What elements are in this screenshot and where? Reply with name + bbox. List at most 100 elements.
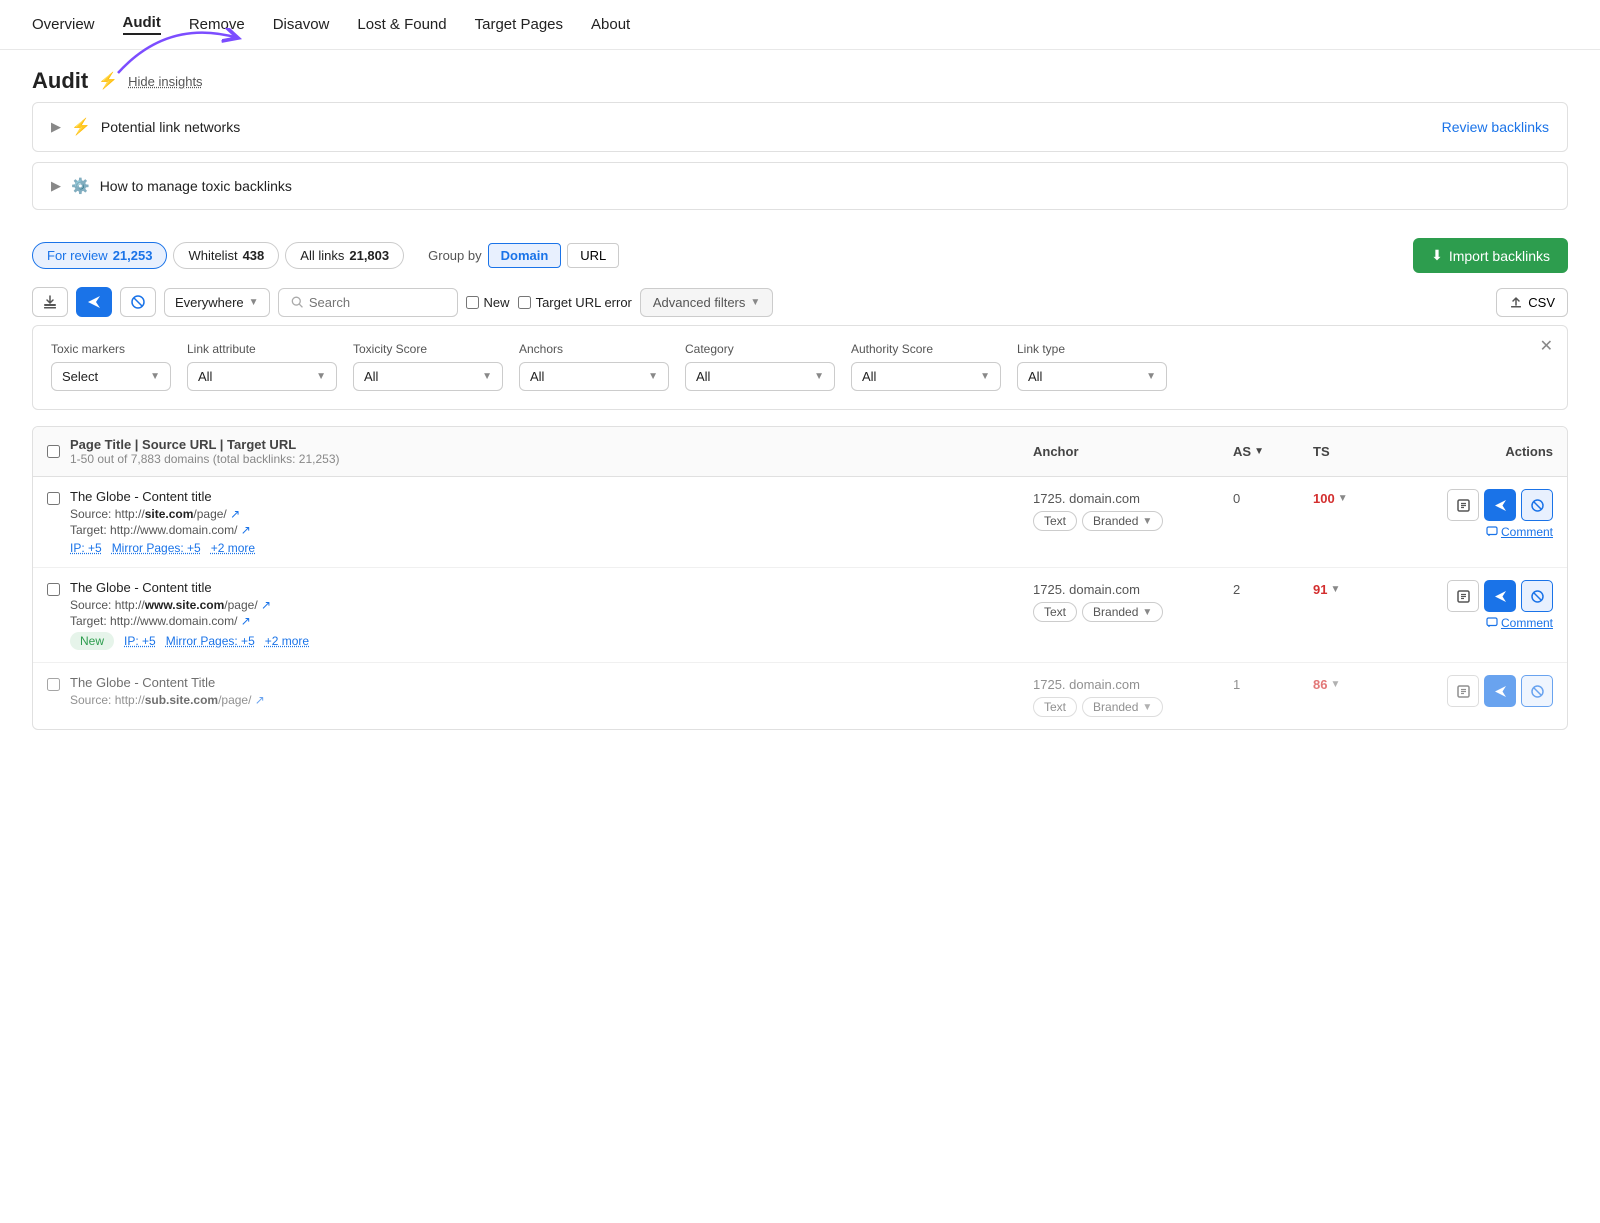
chevron-down-icon: ▼ bbox=[1146, 371, 1156, 382]
action-icons bbox=[1447, 675, 1553, 707]
branded-tag-dropdown[interactable]: Branded ▼ bbox=[1082, 602, 1163, 622]
chevron-down-icon[interactable]: ▼ bbox=[1330, 679, 1340, 690]
toxic-markers-select[interactable]: Select ▼ bbox=[51, 362, 171, 391]
close-icon[interactable]: ✕ bbox=[1540, 336, 1553, 356]
insight-label: Potential link networks bbox=[101, 119, 240, 135]
chevron-down-icon: ▼ bbox=[980, 371, 990, 382]
ip-link[interactable]: IP: +5 bbox=[124, 634, 156, 648]
comment-link[interactable]: Comment bbox=[1486, 525, 1553, 539]
import-backlinks-button[interactable]: ⬇ Import backlinks bbox=[1413, 238, 1568, 273]
link-attribute-select[interactable]: All ▼ bbox=[187, 362, 337, 391]
chevron-right-icon[interactable]: ▶ bbox=[51, 178, 61, 194]
new-filter-label[interactable]: New bbox=[466, 295, 510, 310]
row-meta: IP: +5 Mirror Pages: +5 +2 more bbox=[70, 541, 1033, 555]
lightning-icon: ⚡ bbox=[71, 117, 91, 137]
text-tag: Text bbox=[1033, 511, 1077, 531]
chevron-down-icon: ▼ bbox=[1142, 516, 1152, 527]
send-icon bbox=[1493, 589, 1508, 604]
select-all-checkbox[interactable] bbox=[47, 445, 60, 458]
anchor-tags: Text Branded ▼ bbox=[1033, 511, 1233, 531]
chevron-down-icon[interactable]: ▼ bbox=[1338, 493, 1348, 504]
block-icon bbox=[1530, 684, 1545, 699]
nav-lost-found[interactable]: Lost & Found bbox=[357, 16, 446, 33]
comment-link[interactable]: Comment bbox=[1486, 616, 1553, 630]
export-icon bbox=[42, 294, 58, 310]
tab-for-review-count: 21,253 bbox=[113, 248, 153, 263]
csv-export-button[interactable]: CSV bbox=[1496, 288, 1568, 317]
source-url-link[interactable]: ↗ bbox=[230, 507, 240, 521]
target-url-link[interactable]: ↗ bbox=[241, 523, 251, 537]
mirror-link[interactable]: Mirror Pages: +5 bbox=[112, 541, 201, 555]
block-button[interactable] bbox=[1521, 675, 1553, 707]
block-button[interactable] bbox=[1521, 489, 1553, 521]
text-tag: Text bbox=[1033, 697, 1077, 717]
target-url-error-label[interactable]: Target URL error bbox=[518, 295, 632, 310]
chevron-down-icon: ▼ bbox=[750, 297, 760, 308]
gear-icon: ⚙️ bbox=[71, 177, 90, 195]
sort-icon[interactable]: ▼ bbox=[1254, 446, 1264, 457]
row-checkbox[interactable] bbox=[47, 583, 60, 596]
send-button[interactable] bbox=[1484, 580, 1516, 612]
download-icon: ⬇ bbox=[1431, 247, 1443, 264]
branded-tag-dropdown[interactable]: Branded ▼ bbox=[1082, 697, 1163, 717]
chevron-right-icon[interactable]: ▶ bbox=[51, 119, 61, 135]
nav-remove[interactable]: Remove bbox=[189, 16, 245, 33]
more-link[interactable]: +2 more bbox=[265, 634, 309, 648]
tab-whitelist[interactable]: Whitelist 438 bbox=[173, 242, 279, 269]
chevron-down-icon[interactable]: ▼ bbox=[1330, 584, 1340, 595]
action-icons bbox=[1447, 489, 1553, 521]
send-icon bbox=[86, 294, 102, 310]
ip-link[interactable]: IP: +5 bbox=[70, 541, 102, 555]
source-url-link[interactable]: ↗ bbox=[261, 598, 271, 612]
nav-disavow[interactable]: Disavow bbox=[273, 16, 330, 33]
search-input[interactable] bbox=[309, 295, 445, 310]
block-icon-button[interactable] bbox=[120, 287, 156, 317]
more-link[interactable]: +2 more bbox=[211, 541, 255, 555]
report-icon bbox=[1456, 498, 1471, 513]
nav-target-pages[interactable]: Target Pages bbox=[475, 16, 563, 33]
new-filter-checkbox[interactable] bbox=[466, 296, 479, 309]
group-url-button[interactable]: URL bbox=[567, 243, 619, 268]
tab-for-review-label: For review bbox=[47, 248, 108, 263]
send-icon-button[interactable] bbox=[76, 287, 112, 317]
send-button[interactable] bbox=[1484, 675, 1516, 707]
target-url-error-checkbox[interactable] bbox=[518, 296, 531, 309]
review-backlinks-link[interactable]: Review backlinks bbox=[1442, 119, 1549, 135]
anchors-select[interactable]: All ▼ bbox=[519, 362, 669, 391]
authority-score-select[interactable]: All ▼ bbox=[851, 362, 1001, 391]
row-main-info: The Globe - Content title Source: http:/… bbox=[70, 489, 1033, 555]
block-button[interactable] bbox=[1521, 580, 1553, 612]
toxicity-score-select[interactable]: All ▼ bbox=[353, 362, 503, 391]
link-type-select[interactable]: All ▼ bbox=[1017, 362, 1167, 391]
nav-about[interactable]: About bbox=[591, 16, 630, 33]
everywhere-dropdown[interactable]: Everywhere ▼ bbox=[164, 288, 270, 317]
hide-insights-button[interactable]: Hide insights bbox=[128, 74, 202, 89]
send-icon bbox=[1493, 498, 1508, 513]
tab-all-links[interactable]: All links 21,803 bbox=[285, 242, 404, 269]
mirror-link[interactable]: Mirror Pages: +5 bbox=[166, 634, 255, 648]
report-icon bbox=[1456, 684, 1471, 699]
export-icon-button[interactable] bbox=[32, 287, 68, 317]
report-icon bbox=[1456, 589, 1471, 604]
tab-all-links-label: All links bbox=[300, 248, 344, 263]
nav-audit[interactable]: Audit bbox=[123, 14, 161, 35]
send-button[interactable] bbox=[1484, 489, 1516, 521]
row-actions bbox=[1393, 675, 1553, 707]
report-button[interactable] bbox=[1447, 580, 1479, 612]
chevron-down-icon: ▼ bbox=[150, 371, 160, 382]
advanced-filters-button[interactable]: Advanced filters ▼ bbox=[640, 288, 773, 317]
row-checkbox[interactable] bbox=[47, 492, 60, 505]
row-checkbox[interactable] bbox=[47, 678, 60, 691]
target-url-link[interactable]: ↗ bbox=[241, 614, 251, 628]
col-page-title: Page Title | Source URL | Target URL 1-5… bbox=[70, 437, 1033, 466]
branded-tag-dropdown[interactable]: Branded ▼ bbox=[1082, 511, 1163, 531]
group-domain-button[interactable]: Domain bbox=[488, 243, 562, 268]
filter-category: Category All ▼ bbox=[685, 342, 835, 391]
report-button[interactable] bbox=[1447, 489, 1479, 521]
source-url-link[interactable]: ↗ bbox=[255, 693, 265, 707]
tab-all-links-count: 21,803 bbox=[349, 248, 389, 263]
tab-for-review[interactable]: For review 21,253 bbox=[32, 242, 167, 269]
report-button[interactable] bbox=[1447, 675, 1479, 707]
nav-overview[interactable]: Overview bbox=[32, 16, 95, 33]
category-select[interactable]: All ▼ bbox=[685, 362, 835, 391]
